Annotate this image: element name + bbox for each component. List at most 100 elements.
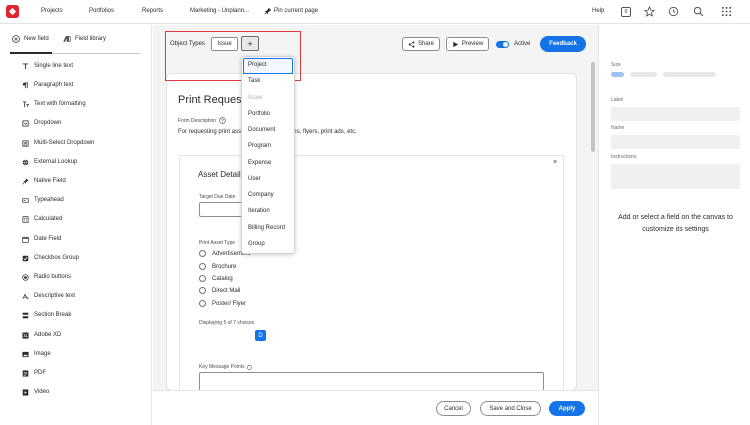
- format-text-icon: [22, 100, 29, 107]
- nav-projects[interactable]: Projects: [41, 8, 63, 14]
- pin-icon: [264, 7, 272, 15]
- issue-object-chip[interactable]: Issue: [211, 37, 238, 51]
- radio-option[interactable]: Poster/ Flyer: [199, 300, 246, 307]
- radio-circle[interactable]: [199, 263, 206, 270]
- checkbox-icon: [22, 255, 29, 261]
- help-circle-icon[interactable]: [219, 117, 226, 124]
- field-section-break[interactable]: Section Break: [22, 310, 71, 320]
- field-descriptive-text[interactable]: Descriptive text: [22, 291, 75, 301]
- field-label: Descriptive text: [34, 293, 76, 299]
- field-date-field[interactable]: Date Field: [22, 234, 61, 244]
- dropdown-item-document[interactable]: Document: [248, 127, 275, 133]
- image-icon: [22, 351, 29, 357]
- dropdown-item-program[interactable]: Program: [248, 143, 271, 149]
- radio-circle[interactable]: [199, 287, 206, 294]
- feedback-button[interactable]: Feedback: [540, 36, 586, 52]
- dropdown-item-task[interactable]: Task: [248, 78, 260, 84]
- radio-option[interactable]: Direct Mail: [199, 287, 240, 294]
- section-title[interactable]: Asset Details: [198, 170, 245, 179]
- star-icon[interactable]: [644, 6, 655, 17]
- radio-option[interactable]: Brochure: [199, 263, 236, 270]
- active-toggle[interactable]: [496, 41, 509, 48]
- label-label: Label: [611, 97, 624, 103]
- field-label: Multi-Select Dropdown: [34, 140, 95, 146]
- dropdown-item-billing-record[interactable]: Billing Record: [248, 225, 285, 231]
- apps-grid-icon[interactable]: [721, 6, 732, 17]
- nav-reports[interactable]: Reports: [142, 8, 163, 14]
- calculator-icon: [22, 215, 29, 223]
- field-paragraph-text[interactable]: Paragraph text: [22, 80, 73, 90]
- dropdown-item-company[interactable]: Company: [248, 192, 274, 198]
- size-segment[interactable]: [630, 72, 657, 77]
- dropdown-item-group[interactable]: Group: [248, 241, 265, 247]
- help-link[interactable]: Help: [592, 8, 604, 14]
- canvas-scrollbar[interactable]: [591, 62, 595, 152]
- name-input[interactable]: [611, 135, 740, 149]
- target-due-date-input[interactable]: [199, 202, 243, 217]
- save-and-close-button[interactable]: Save and Close: [480, 401, 541, 416]
- field-calculated[interactable]: Calculated: [22, 214, 62, 224]
- add-object-type-button[interactable]: +: [241, 36, 259, 51]
- instructions-input[interactable]: [611, 164, 740, 189]
- radio-label: Poster/ Flyer: [212, 300, 247, 307]
- field-single-line-text[interactable]: Single line text: [22, 61, 73, 71]
- dropdown-item-iteration[interactable]: Iteration: [248, 208, 270, 214]
- apply-button[interactable]: Apply: [549, 401, 585, 416]
- section-asset-details[interactable]: [179, 155, 564, 391]
- dropdown-item-issue: Issue: [248, 95, 263, 101]
- nav-portfolios[interactable]: Portfolios: [89, 8, 114, 14]
- field-video[interactable]: Video: [22, 387, 49, 397]
- workfront-logo-icon[interactable]: [6, 5, 19, 18]
- tab-field-library-label: Field library: [75, 36, 107, 42]
- object-types-label: Object Types: [170, 41, 205, 47]
- pdf-icon: [22, 369, 29, 377]
- notification-badge[interactable]: 0: [621, 7, 631, 17]
- radio-option[interactable]: Catalog: [199, 275, 233, 282]
- field-pdf[interactable]: PDF: [22, 368, 46, 378]
- key-message-points-label: Key Message Points: [199, 364, 252, 370]
- help-circle-icon[interactable]: [246, 364, 252, 370]
- pin-current-page-button[interactable]: Pin current page: [264, 7, 318, 15]
- field-text-formatting[interactable]: Text with formatting: [22, 99, 86, 109]
- close-icon[interactable]: ×: [553, 159, 557, 166]
- share-button[interactable]: Share: [402, 37, 440, 51]
- field-label: PDF: [34, 370, 46, 376]
- dropdown-item-project[interactable]: Project: [248, 62, 267, 68]
- dropdown-item-user[interactable]: User: [248, 176, 261, 182]
- dropdown-item-portfolio[interactable]: Portfolio: [248, 111, 270, 117]
- plus-circle-icon: [12, 35, 20, 43]
- tab-field-library[interactable]: Field library: [63, 35, 106, 43]
- recent-history-icon[interactable]: [668, 6, 679, 17]
- field-typeahead[interactable]: Typeahead: [22, 195, 64, 205]
- library-icon: [63, 36, 71, 42]
- label-input[interactable]: [611, 107, 740, 121]
- field-adobe-xd[interactable]: Adobe XD: [22, 330, 61, 340]
- form-title[interactable]: Print Request: [178, 94, 245, 106]
- dropdown-item-expense[interactable]: Expense: [248, 160, 271, 166]
- pin-label: Pin current page: [274, 8, 319, 14]
- radio-circle[interactable]: [199, 300, 206, 307]
- field-external-lookup[interactable]: External Lookup: [22, 157, 77, 167]
- tab-new-field[interactable]: New field: [12, 35, 49, 43]
- field-image[interactable]: Image: [22, 349, 51, 359]
- size-segment-selected[interactable]: [611, 72, 624, 77]
- radio-circle[interactable]: [199, 250, 206, 257]
- top-bar: Projects Portfolios Reports Marketing - …: [0, 0, 750, 24]
- field-radio-buttons[interactable]: Radio buttons: [22, 272, 71, 282]
- field-dropdown[interactable]: Dropdown: [22, 118, 61, 128]
- preview-button[interactable]: Preview: [446, 37, 489, 51]
- cancel-button[interactable]: Cancel: [436, 401, 471, 416]
- share-label: Share: [417, 41, 434, 47]
- radio-circle[interactable]: [199, 275, 206, 282]
- field-multi-select-dropdown[interactable]: Multi-Select Dropdown: [22, 138, 94, 148]
- nav-marketing[interactable]: Marketing - Unplann...: [190, 8, 249, 14]
- field-label: Paragraph text: [34, 82, 74, 88]
- size-segment[interactable]: [663, 72, 716, 77]
- field-native-field[interactable]: Native Field: [22, 176, 66, 186]
- radio-icon: [22, 273, 29, 281]
- field-checkbox-group[interactable]: Checkbox Group: [22, 253, 79, 263]
- key-message-points-input[interactable]: [199, 372, 544, 391]
- key-message-points-label-text: Key Message Points: [199, 364, 245, 370]
- d-badge[interactable]: D: [255, 330, 266, 341]
- search-icon[interactable]: [693, 6, 704, 17]
